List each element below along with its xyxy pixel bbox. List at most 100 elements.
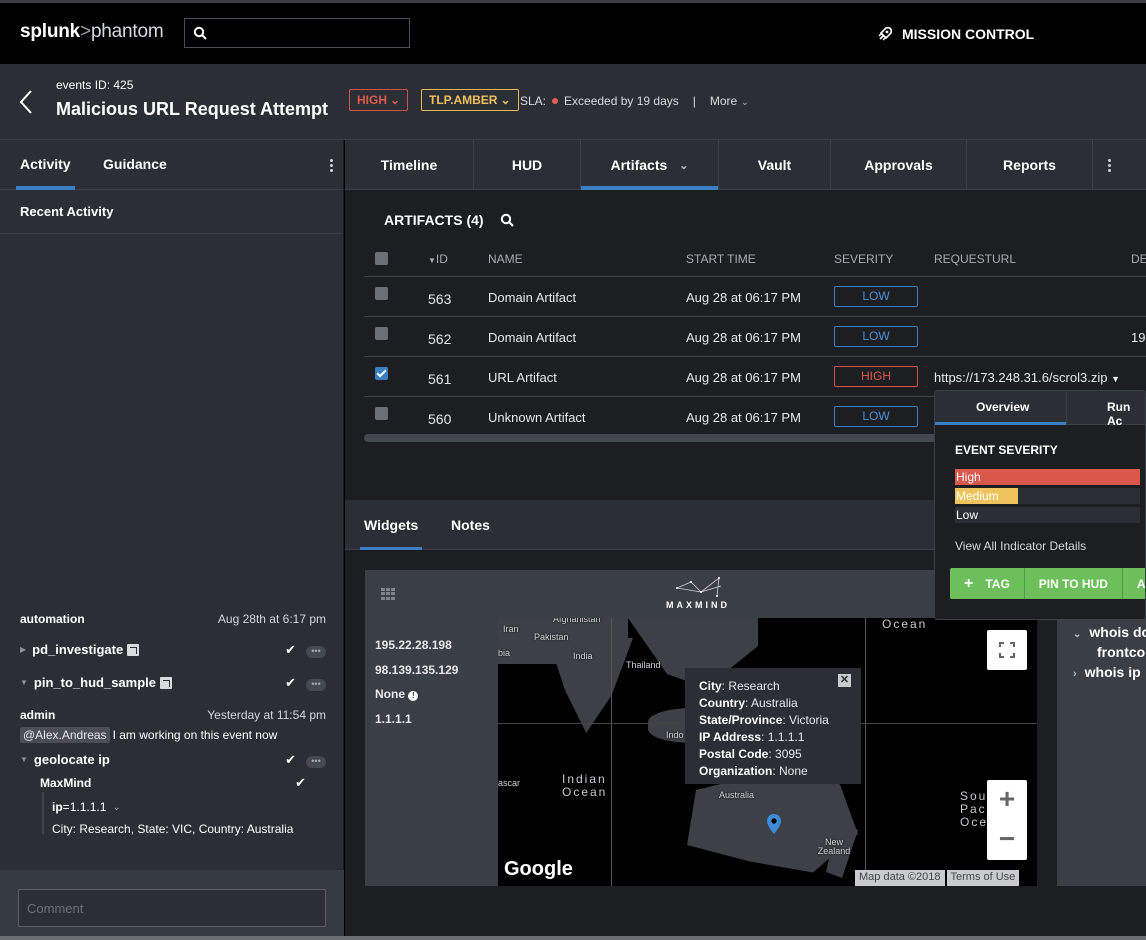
chevron-down-icon[interactable]: ⌄ xyxy=(112,802,120,813)
list-item[interactable]: ⌄ whois do xyxy=(1073,624,1146,640)
zoom-control: + − xyxy=(987,780,1027,860)
ip-item[interactable]: 1.1.1.1 xyxy=(375,712,458,737)
list-item[interactable]: ▼ geolocate ip ✔ ••• xyxy=(20,752,326,768)
column-header-severity[interactable]: SEVERITY xyxy=(834,252,893,266)
list-item[interactable]: ▼ pin_to_hud_sample ✔ ••• xyxy=(20,675,326,691)
severity-bar-medium: Medium xyxy=(955,488,1140,504)
pin-to-hud-button[interactable]: PIN TO HUD xyxy=(1025,568,1123,599)
tab-guidance[interactable]: Guidance xyxy=(103,156,167,172)
column-header-name[interactable]: NAME xyxy=(488,252,523,266)
info-icon: ! xyxy=(408,691,419,701)
zoom-out-button[interactable]: − xyxy=(987,820,1027,860)
add-button[interactable]: AD xyxy=(1123,568,1145,599)
severity-dropdown[interactable]: HIGH ⌄ xyxy=(349,89,409,111)
column-header-de[interactable]: DE xyxy=(1131,252,1146,266)
maxmind-logo: MAXMIND xyxy=(663,576,733,610)
zoom-in-button[interactable]: + xyxy=(987,780,1027,820)
kebab-menu-icon[interactable] xyxy=(1108,159,1112,174)
tab-artifacts[interactable]: Artifacts ⌄ xyxy=(581,140,719,190)
close-icon[interactable]: ✕ xyxy=(838,674,851,687)
tab-run-action[interactable]: Run Ac xyxy=(1107,400,1145,428)
list-item[interactable]: › whois ip xyxy=(1073,664,1141,680)
info-row: Country: Australia xyxy=(699,696,798,710)
chevron-right-icon: › xyxy=(1073,668,1077,680)
comment-input[interactable]: Comment xyxy=(18,889,326,927)
info-row: Postal Code: 3095 xyxy=(699,747,802,761)
sort-desc-icon: ▼ xyxy=(428,256,436,265)
event-title: Malicious URL Request Attempt xyxy=(56,99,329,119)
kebab-menu-icon[interactable] xyxy=(330,159,334,174)
ip-list: 195.22.28.198 98.139.135.129 None ! 1.1.… xyxy=(375,638,458,736)
tlp-dropdown[interactable]: TLP.AMBER ⌄ xyxy=(421,89,519,111)
column-header-id[interactable]: ▼ID xyxy=(428,252,448,266)
more-dropdown[interactable]: More ⌄ xyxy=(710,94,749,108)
more-options-icon[interactable]: ••• xyxy=(306,678,326,691)
mission-control-link[interactable]: MISSION CONTROL xyxy=(876,25,1034,43)
drag-handle-icon[interactable] xyxy=(381,588,395,600)
geo-map[interactable]: Afghanistan Iran Pakistan bia India Thai… xyxy=(498,618,1037,886)
row-checkbox[interactable] xyxy=(375,287,388,300)
tag-button[interactable]: + TAG xyxy=(950,568,1025,599)
artifacts-title: ARTIFACTS (4) xyxy=(384,212,514,228)
result-divider xyxy=(42,792,44,834)
user-mention[interactable]: @Alex.Andreas xyxy=(20,727,110,743)
tab-divider xyxy=(1066,391,1067,425)
maxmind-logo-icon xyxy=(676,577,722,597)
tab-reports[interactable]: Reports xyxy=(967,140,1093,190)
search-icon xyxy=(193,26,207,40)
ip-item[interactable]: 98.139.135.129 xyxy=(375,663,458,688)
horizontal-scrollbar[interactable] xyxy=(364,434,1004,442)
external-link-icon[interactable] xyxy=(127,643,140,656)
terms-link[interactable]: Terms of Use xyxy=(946,870,1020,886)
fullscreen-button[interactable] xyxy=(987,630,1027,670)
view-all-indicator-details-link[interactable]: View All Indicator Details xyxy=(955,539,1086,553)
chevron-down-icon: ⌄ xyxy=(740,97,749,108)
tab-vault[interactable]: Vault xyxy=(719,140,831,190)
ip-item[interactable]: 195.22.28.198 xyxy=(375,638,458,663)
tab-overview[interactable]: Overview xyxy=(976,400,1029,414)
table-row[interactable]: 562 Domain Artifact Aug 28 at 06:17 PM L… xyxy=(364,316,1146,356)
chevron-down-icon: ⌄ xyxy=(500,93,511,107)
external-link-icon[interactable] xyxy=(160,676,172,689)
row-checkbox[interactable] xyxy=(375,327,388,340)
caret-right-icon[interactable]: ▶ xyxy=(20,645,26,654)
more-options-icon[interactable]: ••• xyxy=(306,645,326,658)
fullscreen-icon xyxy=(999,642,1015,658)
chevron-down-icon[interactable]: ⌄ xyxy=(679,159,688,172)
list-item-sub: frontcol xyxy=(1097,644,1146,660)
tab-activity[interactable]: Activity xyxy=(16,156,75,190)
row-checkbox[interactable] xyxy=(375,407,388,420)
back-chevron-icon[interactable] xyxy=(18,88,34,116)
check-icon: ✔ xyxy=(295,775,306,790)
row-checkbox[interactable] xyxy=(375,367,388,380)
info-row: State/Province: Victoria xyxy=(699,713,829,727)
tab-widgets[interactable]: Widgets xyxy=(359,517,423,550)
caret-down-icon[interactable]: ▼ xyxy=(20,678,28,687)
severity-bar-fill xyxy=(955,469,1140,485)
tab-notes[interactable]: Notes xyxy=(451,517,490,533)
global-search-input[interactable] xyxy=(184,18,410,48)
tab-hud[interactable]: HUD xyxy=(474,140,581,190)
select-all-checkbox[interactable] xyxy=(375,252,388,265)
action-app: MaxMind ✔ xyxy=(40,775,306,790)
table-row[interactable]: 563 Domain Artifact Aug 28 at 06:17 PM L… xyxy=(364,276,1146,316)
activity-header: automation Aug 28th at 6:17 pm xyxy=(20,612,326,626)
tab-timeline[interactable]: Timeline xyxy=(345,140,474,190)
top-bar: splunk>phantom MISSION CONTROL xyxy=(0,0,1146,64)
splunk-phantom-logo[interactable]: splunk>phantom xyxy=(20,21,164,43)
map-marker-icon[interactable] xyxy=(767,814,781,834)
list-item[interactable]: ▶ pd_investigate ✔ ••• xyxy=(20,642,326,658)
column-header-start-time[interactable]: START TIME xyxy=(686,252,756,266)
tab-approvals[interactable]: Approvals xyxy=(831,140,967,190)
param-row[interactable]: ip = 1.1.1.1 ⌄ xyxy=(52,800,322,814)
caret-down-icon[interactable]: ▼ xyxy=(20,755,28,764)
more-options-icon[interactable]: ••• xyxy=(306,755,326,768)
search-icon[interactable] xyxy=(500,213,514,227)
map-attribution: Map data ©2018 Terms of Use xyxy=(855,870,1020,886)
severity-badge: LOW xyxy=(834,286,918,307)
sla-status: SLA: Exceeded by 19 days | More ⌄ xyxy=(520,94,749,108)
column-header-requesturl[interactable]: REQUESTURL xyxy=(934,252,1016,266)
requesturl-link[interactable]: https://173.248.31.6/scrol3.zip ▼ xyxy=(934,370,1120,385)
ip-item[interactable]: None ! xyxy=(375,687,458,712)
chevron-down-icon: ⌄ xyxy=(390,93,401,107)
